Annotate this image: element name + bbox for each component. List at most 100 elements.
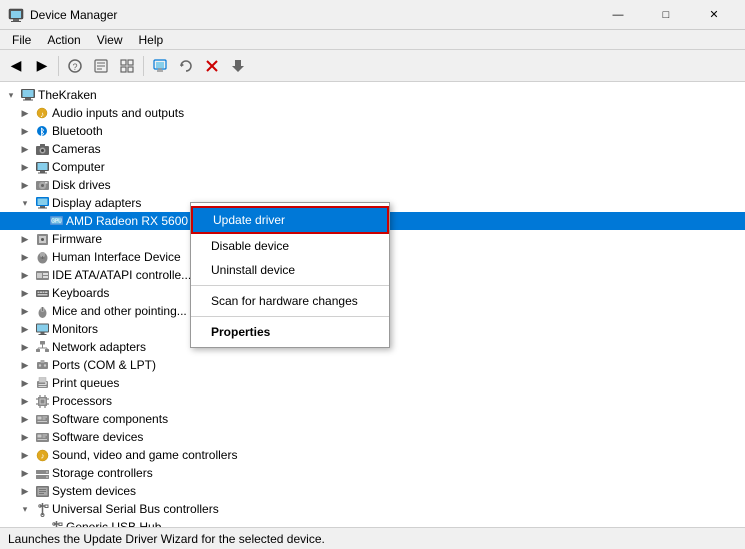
toolbar: ◀ ▶ ? — [0, 50, 745, 82]
menu-bar: File Action View Help — [0, 30, 745, 50]
expand-softwarecomp[interactable]: ▶ — [18, 412, 32, 426]
expand-audio[interactable]: ▶ — [18, 106, 32, 120]
expand-bluetooth[interactable]: ▶ — [18, 124, 32, 138]
toolbar-forward[interactable]: ▶ — [30, 54, 54, 78]
ports-label: Ports (COM & LPT) — [52, 358, 156, 372]
tree-sound[interactable]: ▶ ♪ Sound, video and game controllers — [0, 446, 745, 464]
toolbar-help[interactable]: ? — [63, 54, 87, 78]
cameras-icon — [34, 141, 50, 157]
expand-storage[interactable]: ▶ — [18, 466, 32, 480]
expand-mice[interactable]: ▶ — [18, 304, 32, 318]
tree-computer[interactable]: ▶ Computer — [0, 158, 745, 176]
usbhub1-label: Generic USB Hub — [66, 520, 161, 527]
tree-root[interactable]: ▾ TheKraken — [0, 86, 745, 104]
menu-file[interactable]: File — [4, 31, 39, 49]
tree-bluetooth[interactable]: ▶ ᛒ Bluetooth — [0, 122, 745, 140]
softwarecomp-icon — [34, 411, 50, 427]
print-label: Print queues — [52, 376, 119, 390]
tree-storage[interactable]: ▶ Storage controllers — [0, 464, 745, 482]
toolbar-expand[interactable] — [115, 54, 139, 78]
ctx-sep1 — [191, 285, 389, 286]
comp-icon — [34, 159, 50, 175]
expand-amd — [32, 214, 46, 228]
minimize-button[interactable]: — — [595, 0, 641, 30]
expand-firmware[interactable]: ▶ — [18, 232, 32, 246]
expand-cameras[interactable]: ▶ — [18, 142, 32, 156]
usb-label: Universal Serial Bus controllers — [52, 502, 219, 516]
ctx-scan-hardware[interactable]: Scan for hardware changes — [191, 289, 389, 313]
menu-help[interactable]: Help — [131, 31, 172, 49]
maximize-button[interactable]: □ — [643, 0, 689, 30]
toolbar-update[interactable] — [174, 54, 198, 78]
expand-monitors[interactable]: ▶ — [18, 322, 32, 336]
tree-processors[interactable]: ▶ Processors — [0, 392, 745, 410]
expand-processors[interactable]: ▶ — [18, 394, 32, 408]
tree-audio[interactable]: ▶ ♪ Audio inputs and outputs — [0, 104, 745, 122]
tree-softwarecomp[interactable]: ▶ Software components — [0, 410, 745, 428]
tree-softwaredev[interactable]: ▶ Software devices — [0, 428, 745, 446]
display-icon — [34, 195, 50, 211]
main-content: ▾ TheKraken ▶ ♪ Audio inputs and outp — [0, 82, 745, 527]
tree-disk[interactable]: ▶ Disk drives — [0, 176, 745, 194]
menu-view[interactable]: View — [89, 31, 131, 49]
status-text: Launches the Update Driver Wizard for th… — [8, 532, 325, 546]
tree-usb[interactable]: ▾ Universal Serial Bus controllers — [0, 500, 745, 518]
system-icon — [34, 483, 50, 499]
expand-network[interactable]: ▶ — [18, 340, 32, 354]
expand-usbhub1 — [32, 520, 46, 527]
firmware-icon — [34, 231, 50, 247]
toolbar-download[interactable] — [226, 54, 250, 78]
storage-icon — [34, 465, 50, 481]
expand-computer[interactable]: ▶ — [18, 160, 32, 174]
audio-label: Audio inputs and outputs — [52, 106, 184, 120]
expand-sound[interactable]: ▶ — [18, 448, 32, 462]
amd-label: AMD Radeon RX 5600 XT — [66, 214, 207, 228]
menu-action[interactable]: Action — [39, 31, 88, 49]
softwaredev-icon — [34, 429, 50, 445]
expand-usb[interactable]: ▾ — [18, 502, 32, 516]
ctx-uninstall-device[interactable]: Uninstall device — [191, 258, 389, 282]
toolbar-scan[interactable] — [89, 54, 113, 78]
close-button[interactable]: ✕ — [691, 0, 737, 30]
expand-hid[interactable]: ▶ — [18, 250, 32, 264]
ctx-properties[interactable]: Properties — [191, 320, 389, 344]
toolbar-back[interactable]: ◀ — [4, 54, 28, 78]
audio-icon: ♪ — [34, 105, 50, 121]
tree-usbhub1[interactable]: Generic USB Hub — [0, 518, 745, 527]
tree-system[interactable]: ▶ System devices — [0, 482, 745, 500]
svg-text:?: ? — [72, 62, 77, 72]
tree-print[interactable]: ▶ Print queues — [0, 374, 745, 392]
system-label: System devices — [52, 484, 136, 498]
tree-cameras[interactable]: ▶ Cameras — [0, 140, 745, 158]
svg-text:♪: ♪ — [40, 110, 44, 119]
tree-ports[interactable]: ▶ Ports (COM & LPT) — [0, 356, 745, 374]
sound-icon: ♪ — [34, 447, 50, 463]
ctx-update-driver[interactable]: Update driver — [191, 206, 389, 234]
expand-softwaredev[interactable]: ▶ — [18, 430, 32, 444]
mice-label: Mice and other pointing... — [52, 304, 187, 318]
mice-icon — [34, 303, 50, 319]
keyboards-label: Keyboards — [52, 286, 109, 300]
bluetooth-icon: ᛒ — [34, 123, 50, 139]
ctx-disable-device[interactable]: Disable device — [191, 234, 389, 258]
toolbar-remove[interactable] — [200, 54, 224, 78]
expand-display[interactable]: ▾ — [18, 196, 32, 210]
expand-ports[interactable]: ▶ — [18, 358, 32, 372]
display-label: Display adapters — [52, 196, 141, 210]
root-label: TheKraken — [38, 88, 97, 102]
toolbar-display[interactable] — [148, 54, 172, 78]
expand-ide[interactable]: ▶ — [18, 268, 32, 282]
expand-disk[interactable]: ▶ — [18, 178, 32, 192]
expand-print[interactable]: ▶ — [18, 376, 32, 390]
expand-system[interactable]: ▶ — [18, 484, 32, 498]
context-menu: Update driver Disable device Uninstall d… — [190, 202, 390, 348]
expand-root[interactable]: ▾ — [4, 88, 18, 102]
expand-keyboards[interactable]: ▶ — [18, 286, 32, 300]
network-label: Network adapters — [52, 340, 146, 354]
disk-label: Disk drives — [52, 178, 111, 192]
hid-label: Human Interface Device — [52, 250, 181, 264]
title-bar: Device Manager — □ ✕ — [0, 0, 745, 30]
monitors-icon — [34, 321, 50, 337]
ports-icon — [34, 357, 50, 373]
bluetooth-label: Bluetooth — [52, 124, 103, 138]
